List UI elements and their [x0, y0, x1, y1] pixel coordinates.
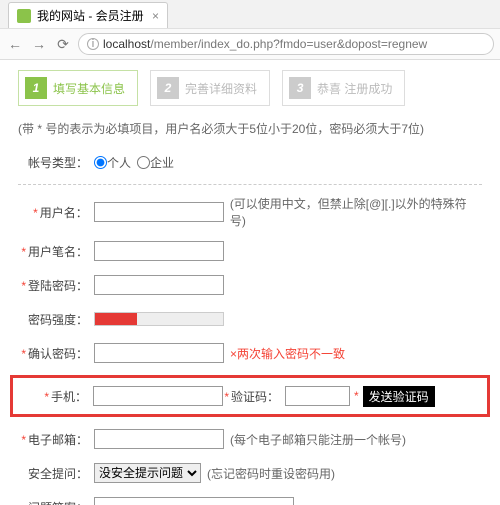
page-content: 1 填写基本信息 2 完善详细资料 3 恭喜 注册成功 (带 * 号的表示为必填… [0, 60, 500, 505]
email-input[interactable] [94, 429, 224, 449]
browser-tab[interactable]: 我的网站 - 会员注册 × [8, 2, 168, 28]
hint-username: (可以使用中文，但禁止除[@][.]以外的特殊符号) [230, 195, 482, 229]
hint-question: (忘记密码时重设密码用) [207, 465, 335, 482]
site-info-icon[interactable]: i [87, 38, 99, 50]
label-answer: 问题答案： [18, 499, 88, 505]
step-label: 完善详细资料 [185, 80, 257, 97]
url-input[interactable]: i localhost/member/index_do.php?fmdo=use… [78, 33, 494, 55]
tab-title: 我的网站 - 会员注册 [37, 7, 144, 24]
confirm-password-input[interactable] [94, 343, 224, 363]
password-strength-meter [94, 312, 224, 326]
nickname-input[interactable] [94, 241, 224, 261]
sms-code-input[interactable] [285, 386, 350, 406]
username-input[interactable] [94, 202, 224, 222]
answer-input[interactable] [94, 497, 294, 505]
step-1: 1 填写基本信息 [18, 70, 138, 106]
row-nickname: 用户笔名： [18, 239, 482, 263]
row-username: 用户名： (可以使用中文，但禁止除[@][.]以外的特殊符号) [18, 195, 482, 229]
row-mobile: 手机： 验证码： * 发送验证码 [17, 384, 483, 408]
form-note: (带 * 号的表示为必填项目，用户名必须大于5位小于20位，密码必须大于7位) [18, 120, 482, 138]
step-label: 恭喜 注册成功 [317, 80, 392, 97]
row-password: 登陆密码： [18, 273, 482, 297]
security-question-select[interactable]: 没安全提示问题 [94, 463, 201, 483]
password-input[interactable] [94, 275, 224, 295]
error-confirm: ×两次输入密码不一致 [230, 345, 345, 362]
tab-bar: 我的网站 - 会员注册 × [0, 0, 500, 28]
highlighted-section: 手机： 验证码： * 发送验证码 [10, 375, 490, 417]
label-account-type: 帐号类型： [18, 154, 88, 171]
radio-personal[interactable] [94, 156, 107, 169]
step-indicator: 1 填写基本信息 2 完善详细资料 3 恭喜 注册成功 [18, 70, 482, 106]
label-vcode: 验证码： [223, 388, 279, 405]
row-question: 安全提问： 没安全提示问题 (忘记密码时重设密码用) [18, 461, 482, 485]
step-2: 2 完善详细资料 [150, 70, 270, 106]
label-username: 用户名： [18, 204, 88, 221]
favicon-icon [17, 9, 31, 23]
row-strength: 密码强度： [18, 307, 482, 331]
step-3: 3 恭喜 注册成功 [282, 70, 405, 106]
label-confirm: 确认密码： [18, 345, 88, 362]
radio-company[interactable] [137, 156, 150, 169]
send-code-button[interactable]: 发送验证码 [363, 386, 435, 407]
label-password: 登陆密码： [18, 277, 88, 294]
row-account-type: 帐号类型： 个人 企业 [18, 150, 482, 174]
step-number-icon: 1 [25, 77, 47, 99]
browser-chrome: 我的网站 - 会员注册 × ← → ⟳ i localhost/member/i… [0, 0, 500, 60]
forward-button[interactable]: → [30, 35, 48, 53]
label-nickname: 用户笔名： [18, 243, 88, 260]
url-text: localhost/member/index_do.php?fmdo=user&… [103, 37, 427, 51]
close-icon[interactable]: × [152, 9, 159, 23]
address-bar: ← → ⟳ i localhost/member/index_do.php?fm… [0, 28, 500, 59]
mobile-input[interactable] [93, 386, 223, 406]
reload-button[interactable]: ⟳ [54, 35, 72, 53]
hint-email: (每个电子邮箱只能注册一个帐号) [230, 431, 406, 448]
label-strength: 密码强度： [18, 311, 88, 328]
row-confirm: 确认密码： ×两次输入密码不一致 [18, 341, 482, 365]
label-question: 安全提问： [18, 465, 88, 482]
label-mobile: 手机： [17, 388, 87, 405]
step-number-icon: 2 [157, 77, 179, 99]
row-answer: 问题答案： [18, 495, 482, 505]
label-email: 电子邮箱： [18, 431, 88, 448]
back-button[interactable]: ← [6, 35, 24, 53]
step-label: 填写基本信息 [53, 80, 125, 97]
row-email: 电子邮箱： (每个电子邮箱只能注册一个帐号) [18, 427, 482, 451]
step-number-icon: 3 [289, 77, 311, 99]
